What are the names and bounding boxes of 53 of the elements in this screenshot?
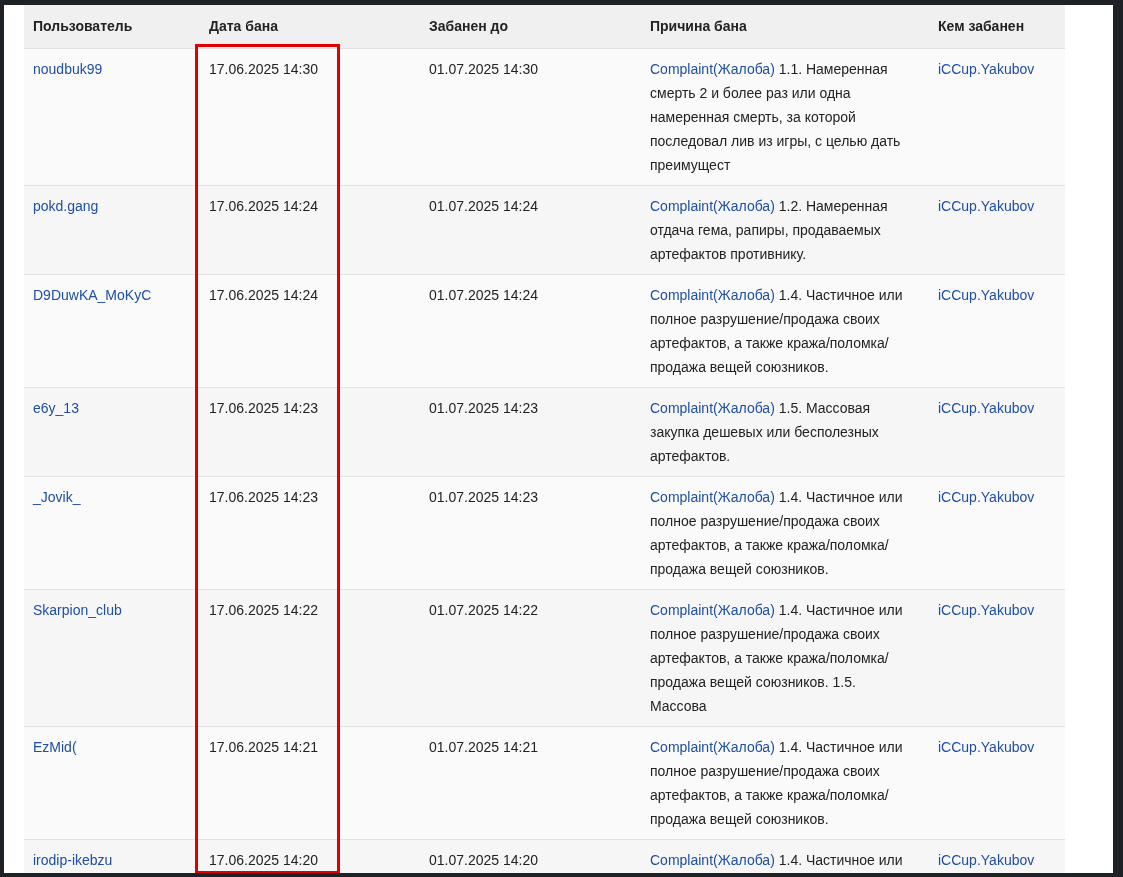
user-link[interactable]: EzMid( (33, 738, 77, 755)
ban-until-date: 01.07.2025 14:23 (429, 488, 538, 505)
user-link[interactable]: _Jovik_ (33, 488, 81, 505)
ban-date: 17.06.2025 14:30 (209, 60, 318, 77)
ban-reason: Complaint(Жалоба) 1.4. Частичное или (650, 850, 904, 870)
ban-reason: Complaint(Жалоба) 1.4. Частичное или полное разрушение/продажа своих артефактов, а также кража/поломка/продажа вещей союзников. (650, 737, 904, 829)
ban-until-date: 01.07.2025 14:21 (429, 738, 538, 755)
moderator-link[interactable]: iCCup.Yakubov (938, 197, 1035, 214)
column-header: Кем забанен (938, 18, 1025, 35)
ban-until-date: 01.07.2025 14:23 (429, 399, 538, 416)
moderator-link[interactable]: iCCup.Yakubov (938, 601, 1035, 618)
column-header: Дата бана (209, 18, 278, 35)
ban-reason: Complaint(Жалоба) 1.4. Частичное или полное разрушение/продажа своих артефактов, а также кража/поломка/продажа вещей союзников. (650, 285, 904, 377)
moderator-link[interactable]: iCCup.Yakubov (938, 399, 1035, 416)
ban-date: 17.06.2025 14:21 (209, 738, 318, 755)
ban-reason: Complaint(Жалоба) 1.4. Частичное или полное разрушение/продажа своих артефактов, а также кража/поломка/продажа вещей союзников. (650, 487, 904, 579)
complaint-link[interactable]: Complaint(Жалоба) (650, 60, 775, 77)
user-link[interactable]: D9DuwKA_MoKyC (33, 286, 152, 303)
ban-date: 17.06.2025 14:24 (209, 286, 318, 303)
ban-until-date: 01.07.2025 14:22 (429, 601, 538, 618)
ban-until-date: 01.07.2025 14:24 (429, 197, 538, 214)
user-link[interactable]: pokd.gang (33, 197, 99, 214)
moderator-link[interactable]: iCCup.Yakubov (938, 738, 1035, 755)
ban-date: 17.06.2025 14:23 (209, 488, 318, 505)
user-link[interactable]: irodip-ikebzu (33, 851, 113, 868)
complaint-link[interactable]: Complaint(Жалоба) (650, 399, 775, 416)
ban-date: 17.06.2025 14:23 (209, 399, 318, 416)
column-header: Пользователь (33, 18, 133, 35)
complaint-link[interactable]: Complaint(Жалоба) (650, 851, 775, 868)
moderator-link[interactable]: iCCup.Yakubov (938, 851, 1035, 868)
column-header: Причина бана (650, 18, 747, 35)
user-link[interactable]: e6y_13 (33, 399, 79, 416)
ban-date: 17.06.2025 14:22 (209, 601, 318, 618)
complaint-link[interactable]: Complaint(Жалоба) (650, 738, 775, 755)
complaint-link[interactable]: Complaint(Жалоба) (650, 197, 775, 214)
ban-until-date: 01.07.2025 14:20 (429, 851, 538, 868)
ban-until-date: 01.07.2025 14:24 (429, 286, 538, 303)
moderator-link[interactable]: iCCup.Yakubov (938, 60, 1035, 77)
ban-reason: Complaint(Жалоба) 1.1. Намеренная смерть 2 и более раз или одна намеренная смерть, за которой последовал лив из игры, с целью дать преимущест (650, 59, 902, 175)
column-header: Забанен до (429, 18, 509, 35)
ban-reason: Complaint(Жалоба) 1.4. Частичное или полное разрушение/продажа своих артефактов, а также кража/поломка/продажа вещей союзников. 1.5. Массова (650, 600, 904, 716)
user-link[interactable]: noudbuk99 (33, 60, 103, 77)
ban-reason: Complaint(Жалоба) 1.5. Массовая закупка дешевых или бесполезных артефактов. (650, 398, 880, 466)
ban-date: 17.06.2025 14:20 (209, 851, 318, 868)
complaint-link[interactable]: Complaint(Жалоба) (650, 601, 775, 618)
ban-date: 17.06.2025 14:24 (209, 197, 318, 214)
ban-reason: Complaint(Жалоба) 1.2. Намеренная отдача гема, рапиры, продаваемых артефактов противнику. (650, 196, 889, 264)
ban-until-date: 01.07.2025 14:30 (429, 60, 538, 77)
complaint-link[interactable]: Complaint(Жалоба) (650, 286, 775, 303)
complaint-link[interactable]: Complaint(Жалоба) (650, 488, 775, 505)
moderator-link[interactable]: iCCup.Yakubov (938, 488, 1035, 505)
user-link[interactable]: Skarpion_club (33, 601, 122, 618)
moderator-link[interactable]: iCCup.Yakubov (938, 286, 1035, 303)
